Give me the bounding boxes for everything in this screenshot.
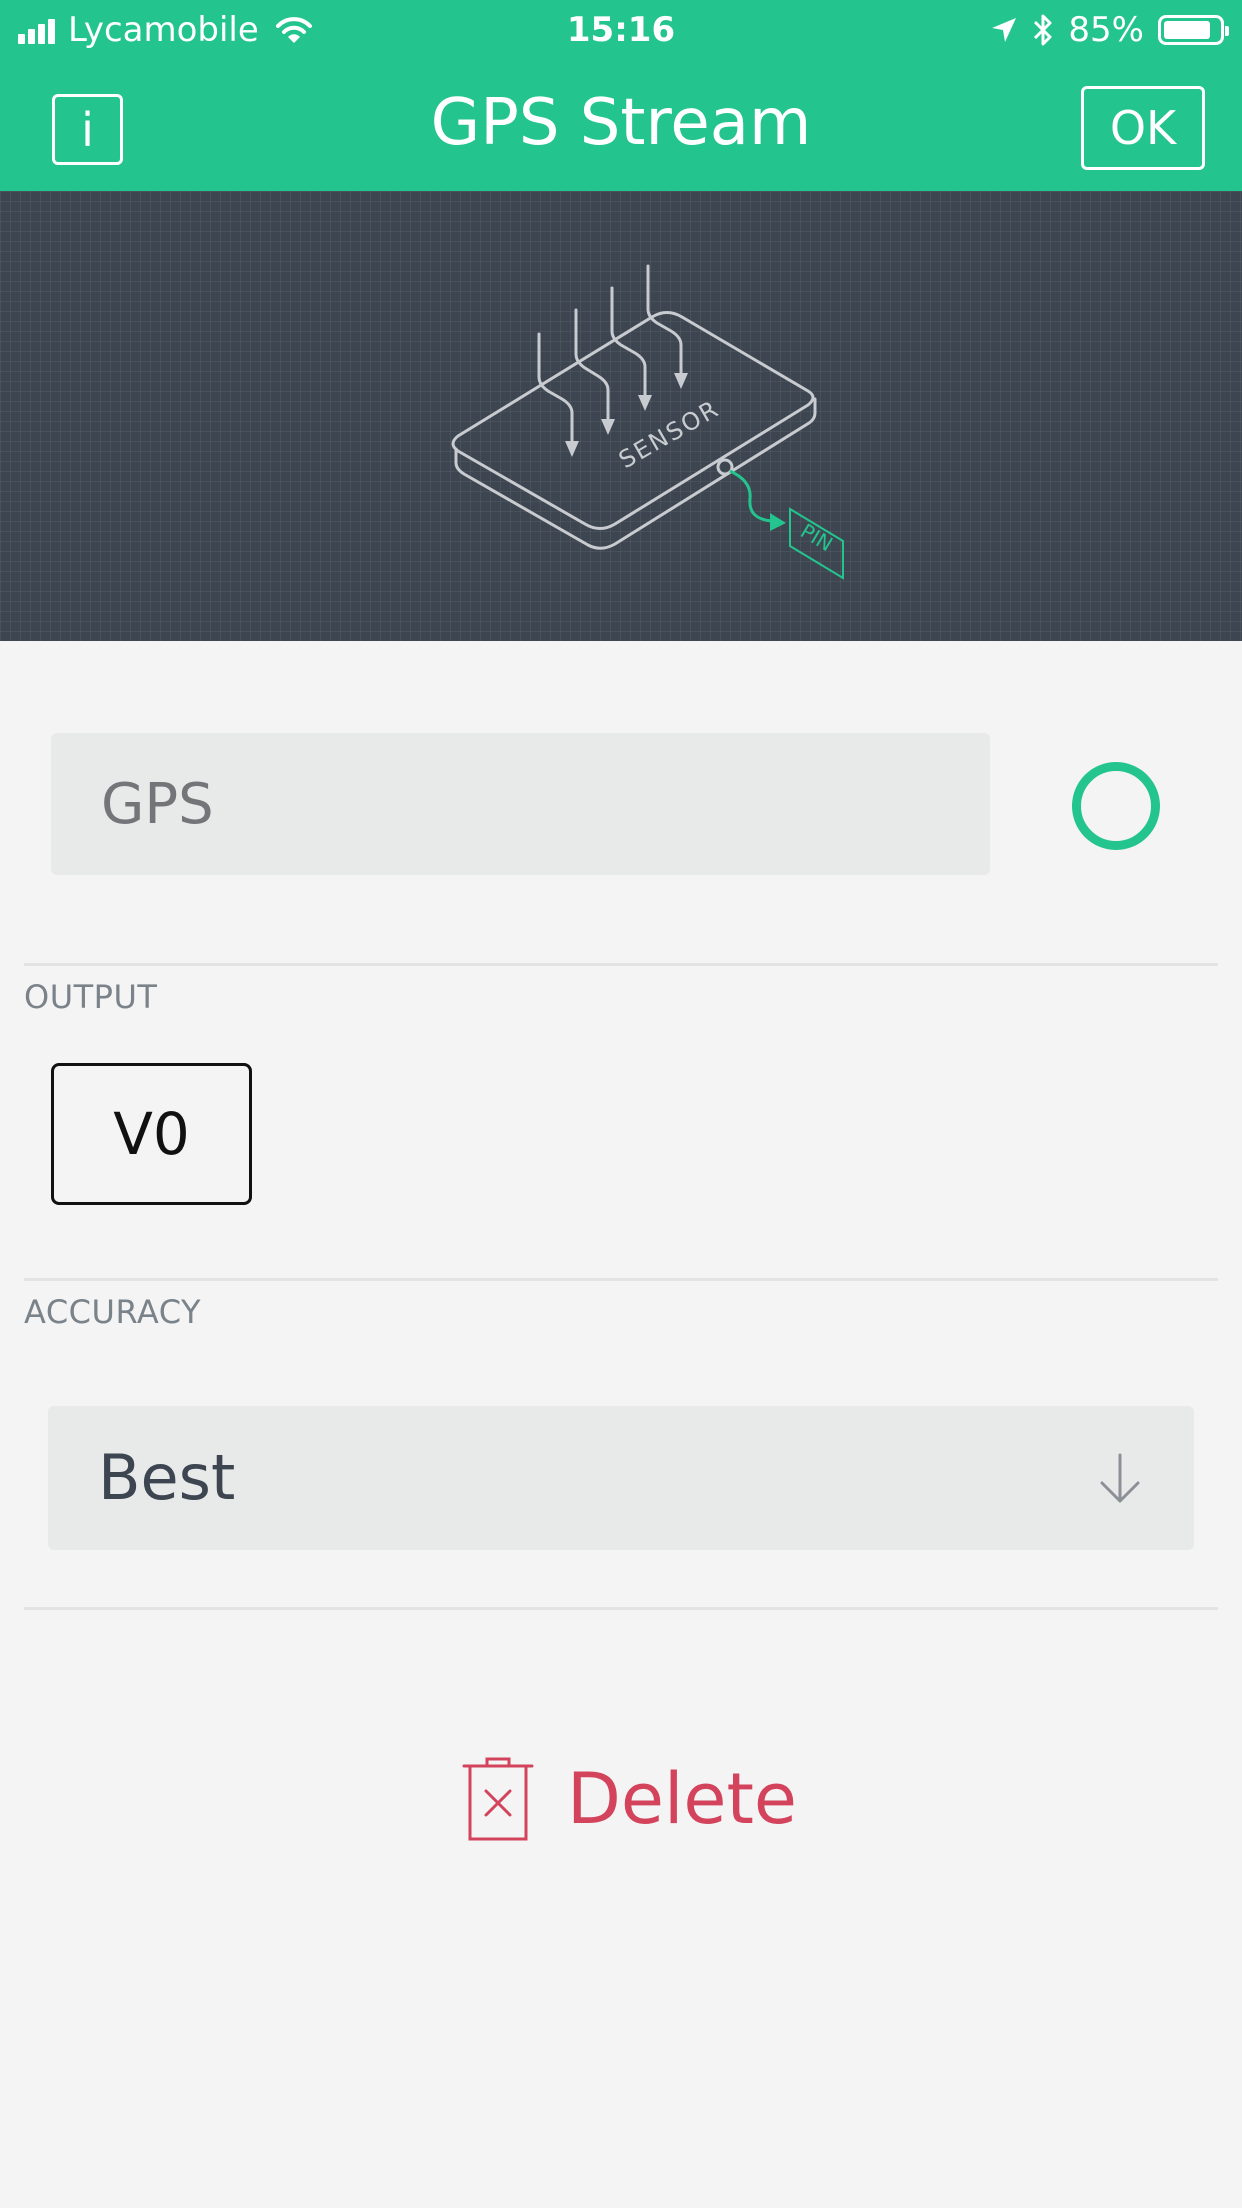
widget-name-input[interactable] [51,733,990,875]
header-bar: Lycamobile 15:16 85% i GPS Stream OK [0,0,1242,191]
output-section-label: OUTPUT [24,978,158,1016]
sensor-label: SENSOR [614,394,724,474]
battery-icon [1158,15,1229,45]
battery-percent: 85% [1068,10,1144,50]
chevron-down-icon [1100,1453,1140,1503]
delete-button[interactable]: Delete [461,1756,797,1842]
location-arrow-icon [992,18,1017,42]
output-pin-value: V0 [113,1100,190,1168]
ok-button[interactable]: OK [1081,86,1205,170]
sensor-diagram-icon: SENSOR PIN [451,264,844,580]
trash-icon [462,1757,534,1841]
delete-label: Delete [567,1758,797,1840]
accuracy-dropdown[interactable]: Best [48,1406,1194,1550]
accuracy-section-label: ACCURACY [24,1293,202,1331]
bluetooth-icon [1034,14,1052,46]
status-right-group: 85% [976,10,1229,50]
ok-label: OK [1109,101,1177,155]
divider [24,1607,1218,1610]
color-picker-button[interactable] [1072,762,1160,850]
divider [24,963,1218,966]
divider [24,1278,1218,1281]
page-title: GPS Stream [430,86,812,160]
status-bar: Lycamobile 15:16 85% [0,0,1242,62]
accuracy-selected-value: Best [98,1441,236,1514]
sensor-illustration: SENSOR PIN [0,191,1242,641]
pin-label: PIN [796,519,837,557]
output-pin-button[interactable]: V0 [51,1063,252,1205]
battery-fill [1164,21,1210,39]
